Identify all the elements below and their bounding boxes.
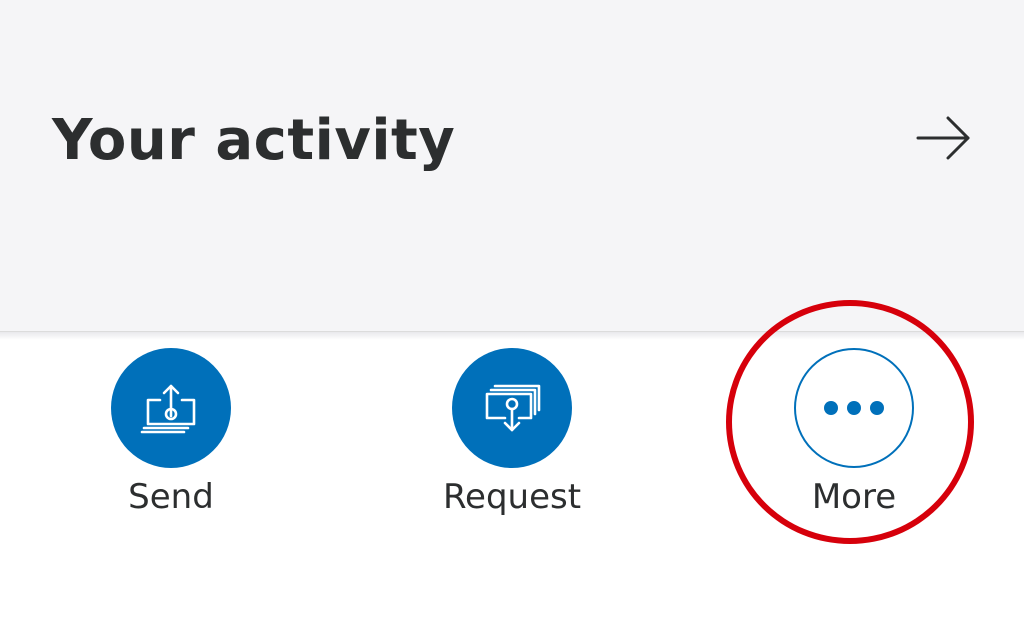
your-activity-card[interactable]: Your activity [0, 0, 1024, 332]
request-circle [452, 348, 572, 468]
more-dots-icon [824, 401, 884, 415]
more-label: More [811, 477, 897, 517]
request-money-icon [485, 384, 541, 432]
send-circle [111, 348, 231, 468]
card-shadow [0, 332, 1024, 340]
send-label: Send [128, 477, 214, 517]
arrow-right-icon[interactable] [914, 114, 972, 162]
activity-title: Your activity [52, 108, 456, 173]
request-label: Request [442, 477, 582, 517]
send-button[interactable]: Send [51, 348, 291, 528]
request-button[interactable]: Request [392, 348, 632, 528]
more-circle [794, 348, 914, 468]
send-money-icon [140, 384, 196, 434]
more-button[interactable]: More [734, 348, 974, 528]
